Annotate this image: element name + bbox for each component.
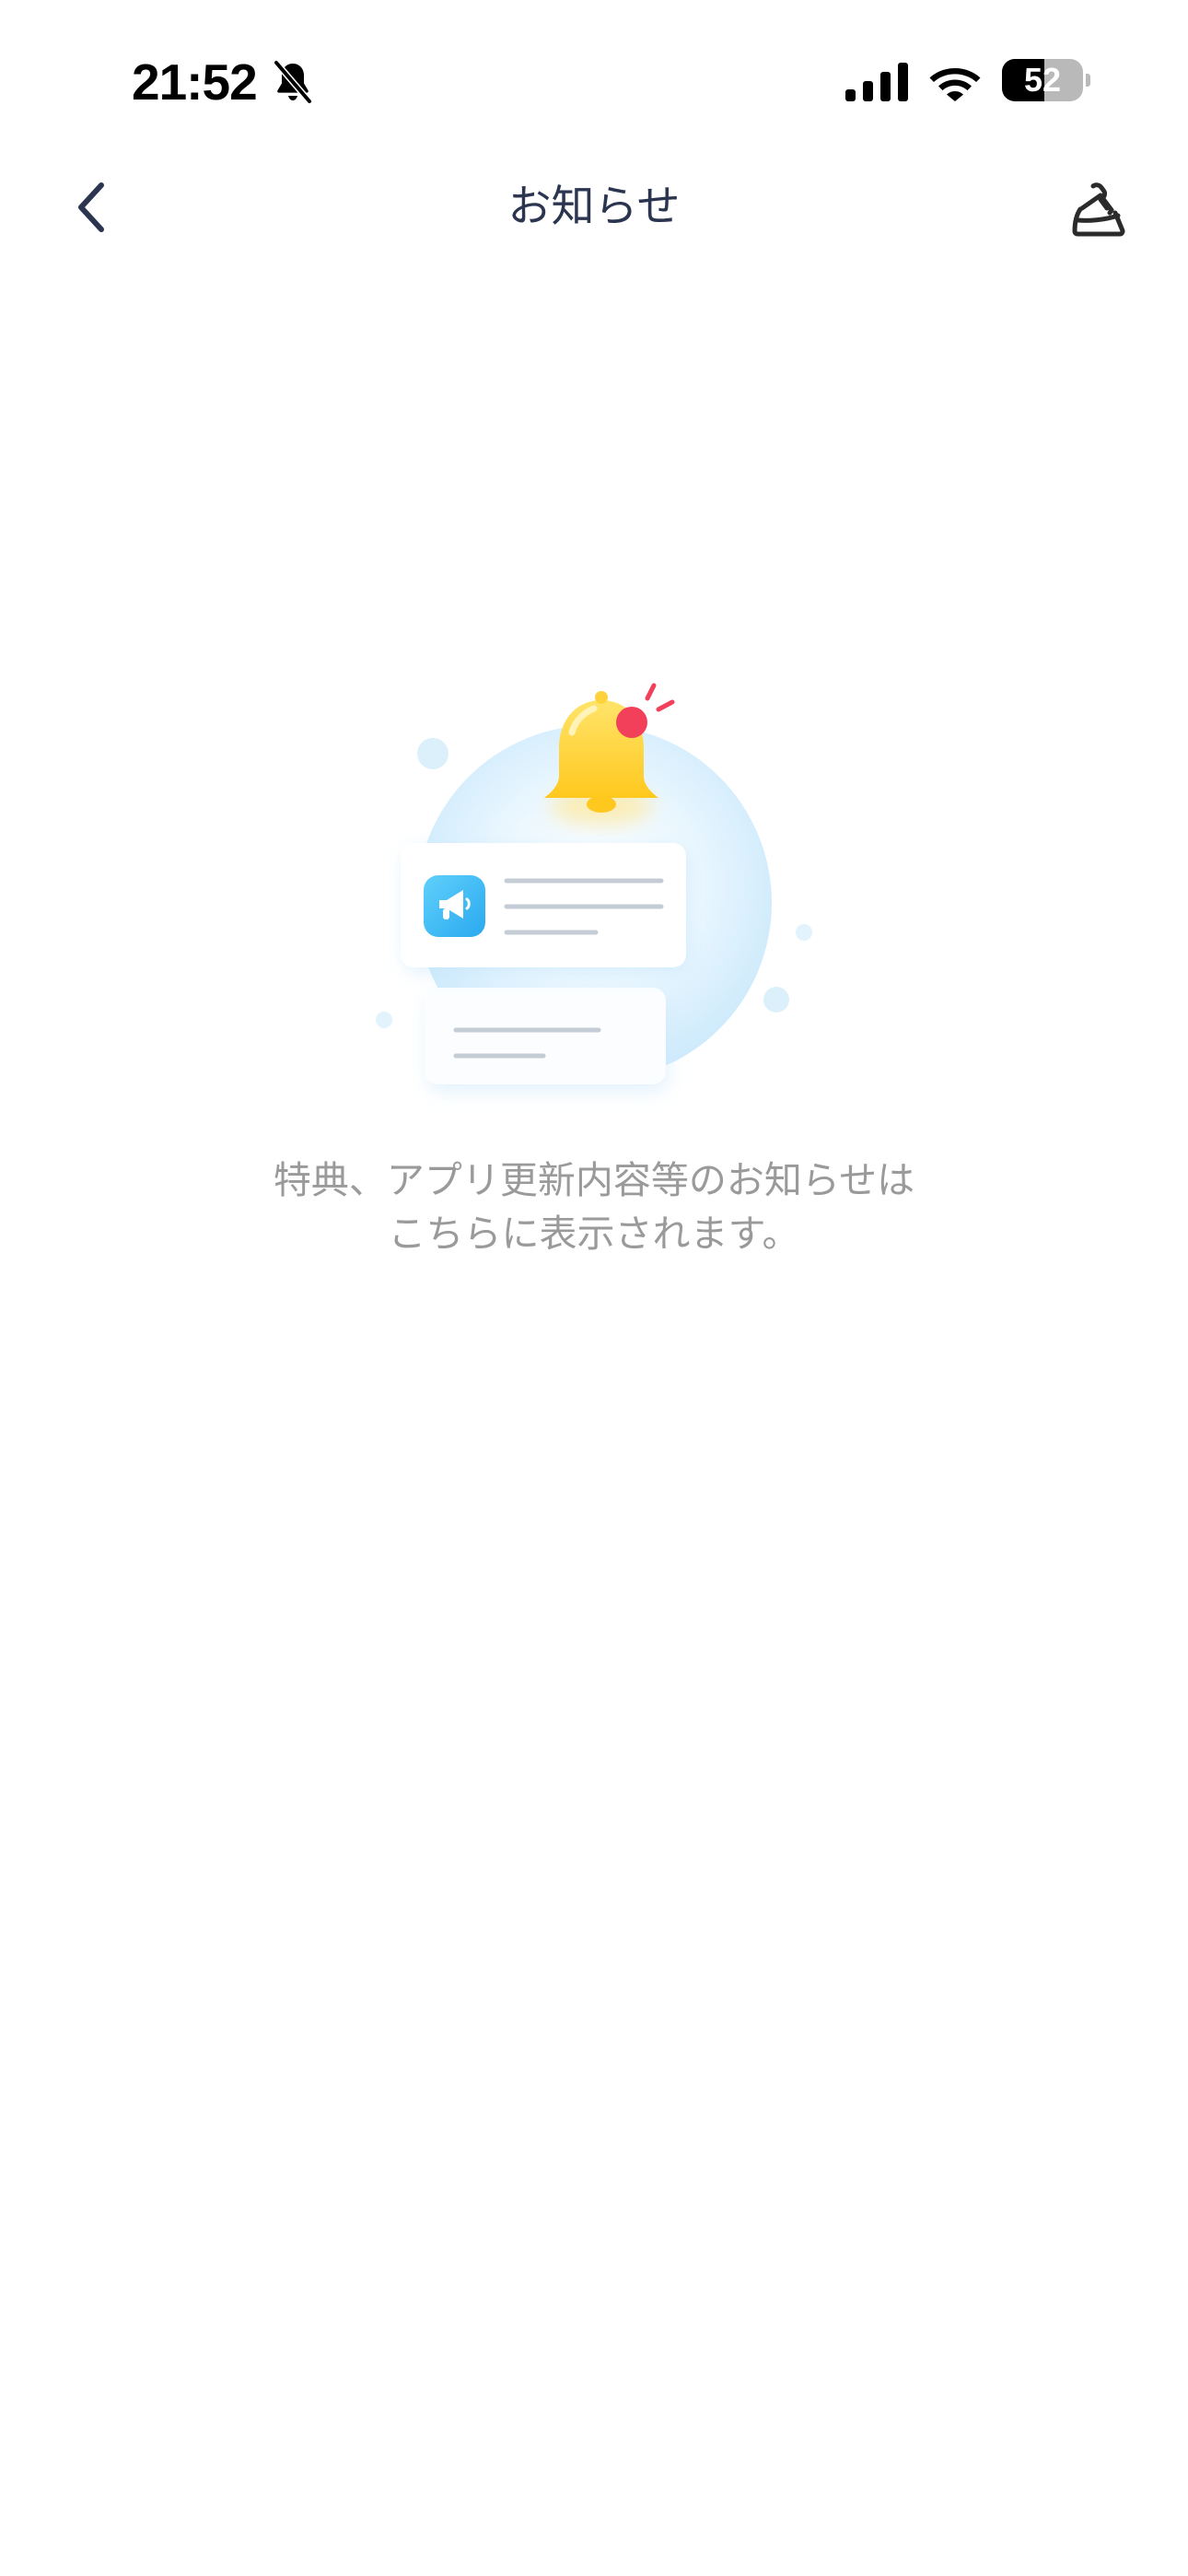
decor-dot: [376, 1012, 392, 1028]
back-button[interactable]: [55, 170, 129, 244]
page-title: お知らせ: [507, 181, 681, 232]
broom-icon: [1072, 181, 1124, 236]
battery-level: 52: [1023, 61, 1062, 99]
chevron-left-icon: [78, 182, 104, 232]
decor-dot: [417, 738, 448, 769]
empty-message-line-2: こちらに表示されます。: [388, 1212, 800, 1256]
battery-body: 52: [1002, 59, 1083, 101]
cellular-signal-icon: [845, 63, 908, 101]
bell-notification-illustration: [376, 683, 812, 1092]
battery-cap: [1086, 74, 1090, 87]
bell-icon: [544, 691, 658, 813]
status-time: 21:52: [132, 53, 258, 111]
notification-badge: [616, 707, 647, 738]
nav-bar: お知らせ: [0, 157, 1188, 258]
empty-state: 特典、アプリ更新内容等のお知らせは こちらに表示されます。: [0, 645, 1188, 1290]
decor-dot: [796, 924, 812, 941]
bell-slash-icon: [273, 60, 313, 104]
battery-icon: 52: [1002, 59, 1090, 101]
megaphone-icon: [424, 875, 485, 937]
status-bar: 21:52 52: [0, 0, 1188, 157]
empty-message-line-1: 特典、アプリ更新内容等のお知らせは: [273, 1158, 915, 1202]
decor-dot: [763, 987, 789, 1013]
empty-message: 特典、アプリ更新内容等のお知らせは こちらに表示されます。: [134, 1153, 1054, 1260]
clear-all-button[interactable]: [1059, 170, 1137, 249]
wifi-icon: [929, 68, 981, 101]
message-card-back: [425, 988, 666, 1084]
